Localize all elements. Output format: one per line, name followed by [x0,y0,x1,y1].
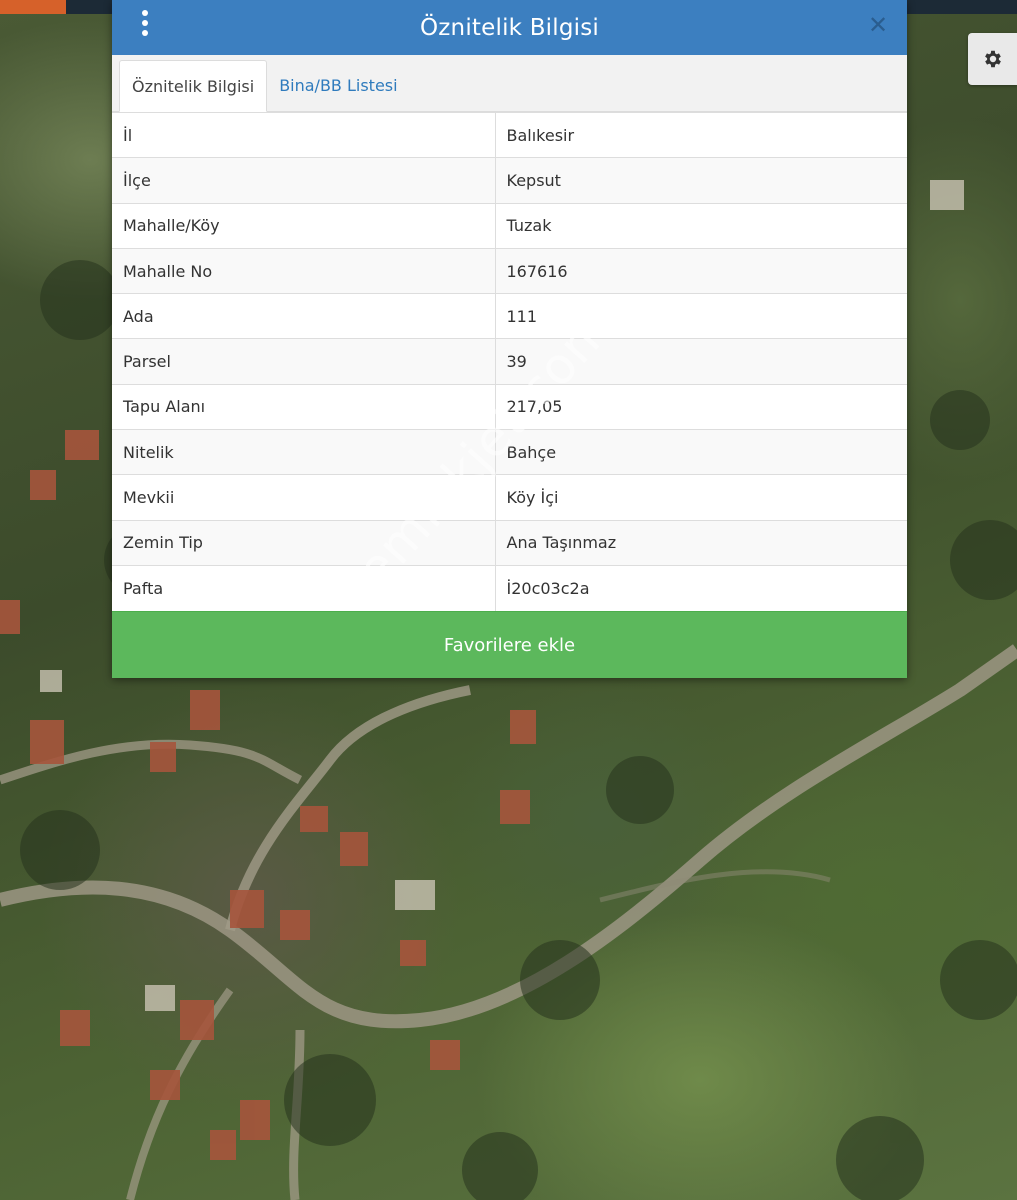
dialog-title: Öznitelik Bilgisi [419,14,600,41]
row-label: Tapu Alanı [112,383,496,430]
table-row: Zemin Tip Ana Taşınmaz [112,519,907,566]
attribute-table: İl Balıkesir İlçe Kepsut Mahalle/Köy Tuz… [112,111,907,611]
row-label: Nitelik [112,429,496,475]
table-row: Parsel 39 [112,338,907,385]
tab-building-list[interactable]: Bina/BB Listesi [267,59,409,111]
row-value: 111 [495,293,907,339]
tab-attribute-info[interactable]: Öznitelik Bilgisi [119,60,268,112]
table-row: Pafta İ20c03c2a [112,564,907,611]
dialog-header: Öznitelik Bilgisi ✕ [112,0,907,55]
row-label: Mahalle/Köy [112,202,496,249]
settings-button[interactable] [968,33,1017,85]
table-row: Mahalle No 167616 [112,247,907,294]
row-value: 39 [495,338,907,385]
row-label: Parsel [112,338,496,385]
vertical-dots-icon[interactable] [138,10,152,36]
attribute-dialog: Öznitelik Bilgisi ✕ Öznitelik Bilgisi Bi… [112,0,907,678]
row-value: Köy İçi [495,474,907,521]
row-label: Pafta [112,564,496,611]
row-value: Bahçe [495,429,907,475]
row-value: Kepsut [495,157,907,204]
gear-icon [984,50,1001,68]
row-value: 217,05 [495,383,907,430]
row-label: Mahalle No [112,247,496,294]
row-label: İl [112,111,496,158]
top-accent [0,0,66,14]
table-row: Tapu Alanı 217,05 [112,383,907,430]
row-value: İ20c03c2a [495,564,907,611]
row-value: Ana Taşınmaz [495,519,907,566]
row-label: İlçe [112,157,496,204]
row-label: Ada [112,293,496,339]
table-row: Ada 111 [112,293,907,339]
table-row: Mahalle/Köy Tuzak [112,202,907,249]
row-value: Tuzak [495,202,907,249]
table-row: Nitelik Bahçe [112,429,907,475]
row-value: 167616 [495,247,907,294]
table-row: İlçe Kepsut [112,157,907,204]
close-icon[interactable]: ✕ [865,12,891,38]
table-row: Mevkii Köy İçi [112,474,907,521]
add-to-favorites-button[interactable]: Favorilere ekle [112,611,907,678]
tab-bar: Öznitelik Bilgisi Bina/BB Listesi [112,55,907,112]
row-label: Mevkii [112,474,496,521]
row-value: Balıkesir [495,111,907,158]
row-label: Zemin Tip [112,519,496,566]
table-row: İl Balıkesir [112,111,907,158]
